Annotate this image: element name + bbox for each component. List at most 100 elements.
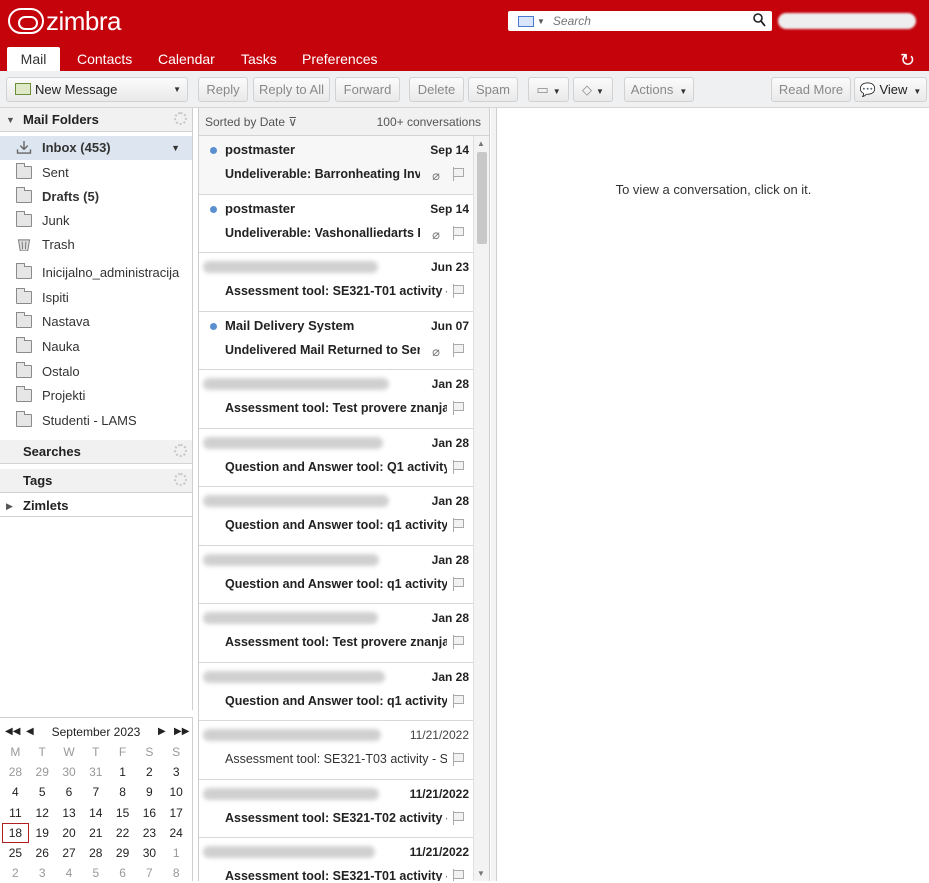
message-row[interactable]: postmasterSep 14Undeliverable: Vashonall…	[199, 195, 474, 254]
message-row[interactable]: Jan 28Assessment tool: Test provere znan…	[199, 370, 474, 429]
chevron-down-icon[interactable]: ▼	[537, 17, 545, 26]
tab-tasks[interactable]: Tasks	[235, 47, 283, 71]
scroll-thumb[interactable]	[477, 152, 487, 244]
sidebar-item-inbox[interactable]: Inbox (453) ▼	[0, 136, 192, 160]
user-account-menu[interactable]	[778, 13, 916, 29]
message-row[interactable]: 11/21/2022Assessment tool: SE321-T02 act…	[199, 780, 474, 839]
scroll-up-icon[interactable]: ▲	[477, 139, 485, 148]
delete-button[interactable]: Delete	[409, 77, 464, 102]
collapse-triangle-icon[interactable]: ▼	[6, 108, 15, 132]
flag-icon[interactable]	[453, 460, 464, 474]
calendar-day[interactable]: 24	[163, 823, 190, 843]
sidebar-item-drafts[interactable]: Drafts (5)	[0, 185, 192, 209]
gear-icon[interactable]	[174, 112, 187, 125]
unread-dot-icon[interactable]	[210, 147, 217, 154]
chevron-down-icon[interactable]: ▼	[171, 136, 180, 160]
unread-dot-icon[interactable]	[210, 323, 217, 330]
zimlets-header[interactable]: ▶ Zimlets	[0, 495, 192, 517]
flag-icon[interactable]	[453, 401, 464, 415]
calendar-day[interactable]: 17	[163, 803, 190, 823]
calendar-day[interactable]: 4	[2, 782, 29, 802]
scroll-down-icon[interactable]: ▼	[477, 869, 485, 878]
calendar-day[interactable]: 4	[56, 863, 83, 883]
calendar-day[interactable]: 1	[109, 762, 136, 782]
sidebar-item-ostalo[interactable]: Ostalo	[0, 360, 192, 384]
chevron-down-icon[interactable]: ▼	[173, 78, 181, 101]
calendar-day[interactable]: 13	[56, 803, 83, 823]
flag-icon[interactable]	[453, 752, 464, 766]
sidebar-item-projekti[interactable]: Projekti	[0, 384, 192, 408]
calendar-day[interactable]: 20	[56, 823, 83, 843]
move-button[interactable]: ▭▼	[528, 77, 569, 102]
tab-mail[interactable]: Mail	[7, 47, 60, 71]
message-row[interactable]: Jan 28Question and Answer tool: Q1 activ…	[199, 429, 474, 488]
next-year-icon[interactable]: ▶▶	[174, 722, 189, 742]
forward-button[interactable]: Forward	[335, 77, 400, 102]
tag-button[interactable]: ◇▼	[573, 77, 613, 102]
calendar-day[interactable]: 5	[82, 863, 109, 883]
search-icon[interactable]	[753, 13, 766, 30]
calendar-day[interactable]: 28	[2, 762, 29, 782]
calendar-day[interactable]: 30	[56, 762, 83, 782]
calendar-day[interactable]: 22	[109, 823, 136, 843]
refresh-icon[interactable]: ↻	[900, 50, 915, 71]
flag-icon[interactable]	[453, 811, 464, 825]
sidebar-item-junk[interactable]: Junk	[0, 209, 192, 233]
calendar-day[interactable]: 30	[136, 843, 163, 863]
view-button[interactable]: 💬 View▼	[854, 77, 927, 102]
calendar-day[interactable]: 3	[163, 762, 190, 782]
message-row[interactable]: 11/21/2022Assessment tool: SE321-T03 act…	[199, 721, 474, 780]
mail-search-type-icon[interactable]	[518, 16, 534, 27]
sidebar-item-inicijalno-administracija[interactable]: Inicijalno_administracija	[0, 261, 192, 285]
calendar-day[interactable]: 26	[29, 843, 56, 863]
tags-header[interactable]: Tags	[0, 469, 192, 493]
reply-all-button[interactable]: Reply to All	[253, 77, 330, 102]
sidebar-item-studenti-lams[interactable]: Studenti - LAMS	[0, 409, 192, 433]
calendar-day[interactable]: 10	[163, 782, 190, 802]
calendar-day[interactable]: 1	[163, 843, 190, 863]
flag-icon[interactable]	[453, 869, 464, 881]
message-list-scrollbar[interactable]: ▲ ▼	[473, 136, 489, 881]
sidebar-item-nauka[interactable]: Nauka	[0, 335, 192, 359]
message-row[interactable]: postmasterSep 14Undeliverable: Barronhea…	[199, 136, 474, 195]
message-row[interactable]: Jun 23Assessment tool: SE321-T01 activit…	[199, 253, 474, 312]
message-row[interactable]: Jan 28Assessment tool: Test provere znan…	[199, 604, 474, 663]
tab-calendar[interactable]: Calendar	[152, 47, 221, 71]
search-input[interactable]	[553, 14, 743, 28]
reply-button[interactable]: Reply	[198, 77, 248, 102]
calendar-day[interactable]: 8	[163, 863, 190, 883]
calendar-day[interactable]: 3	[29, 863, 56, 883]
calendar-day[interactable]: 16	[136, 803, 163, 823]
calendar-day[interactable]: 15	[109, 803, 136, 823]
expand-triangle-icon[interactable]: ▶	[6, 495, 13, 517]
sidebar-item-ispiti[interactable]: Ispiti	[0, 286, 192, 310]
flag-icon[interactable]	[453, 518, 464, 532]
calendar-day[interactable]: 7	[136, 863, 163, 883]
flag-icon[interactable]	[453, 167, 464, 181]
calendar-day[interactable]: 9	[136, 782, 163, 802]
message-row[interactable]: 11/21/2022Assessment tool: SE321-T01 act…	[199, 838, 474, 881]
searches-header[interactable]: Searches	[0, 440, 192, 464]
calendar-day[interactable]: 21	[82, 823, 109, 843]
calendar-day[interactable]: 23	[136, 823, 163, 843]
flag-icon[interactable]	[453, 343, 464, 357]
calendar-day[interactable]: 2	[2, 863, 29, 883]
flag-icon[interactable]	[453, 635, 464, 649]
calendar-day[interactable]: 29	[109, 843, 136, 863]
gear-icon[interactable]	[174, 444, 187, 457]
tab-contacts[interactable]: Contacts	[71, 47, 138, 71]
read-more-button[interactable]: Read More	[771, 77, 851, 102]
message-row[interactable]: Jan 28Question and Answer tool: q1 activ…	[199, 663, 474, 722]
message-row[interactable]: Jan 28Question and Answer tool: q1 activ…	[199, 546, 474, 605]
next-month-icon[interactable]: ▶	[158, 722, 166, 742]
calendar-day[interactable]: 19	[29, 823, 56, 843]
sidebar-item-nastava[interactable]: Nastava	[0, 310, 192, 334]
calendar-day[interactable]: 6	[109, 863, 136, 883]
calendar-day[interactable]: 28	[82, 843, 109, 863]
calendar-day[interactable]: 11	[2, 803, 29, 823]
flag-icon[interactable]	[453, 577, 464, 591]
calendar-day[interactable]: 31	[82, 762, 109, 782]
zimbra-logo[interactable]: zimbra	[8, 8, 121, 34]
flag-icon[interactable]	[453, 694, 464, 708]
gear-icon[interactable]	[174, 473, 187, 486]
